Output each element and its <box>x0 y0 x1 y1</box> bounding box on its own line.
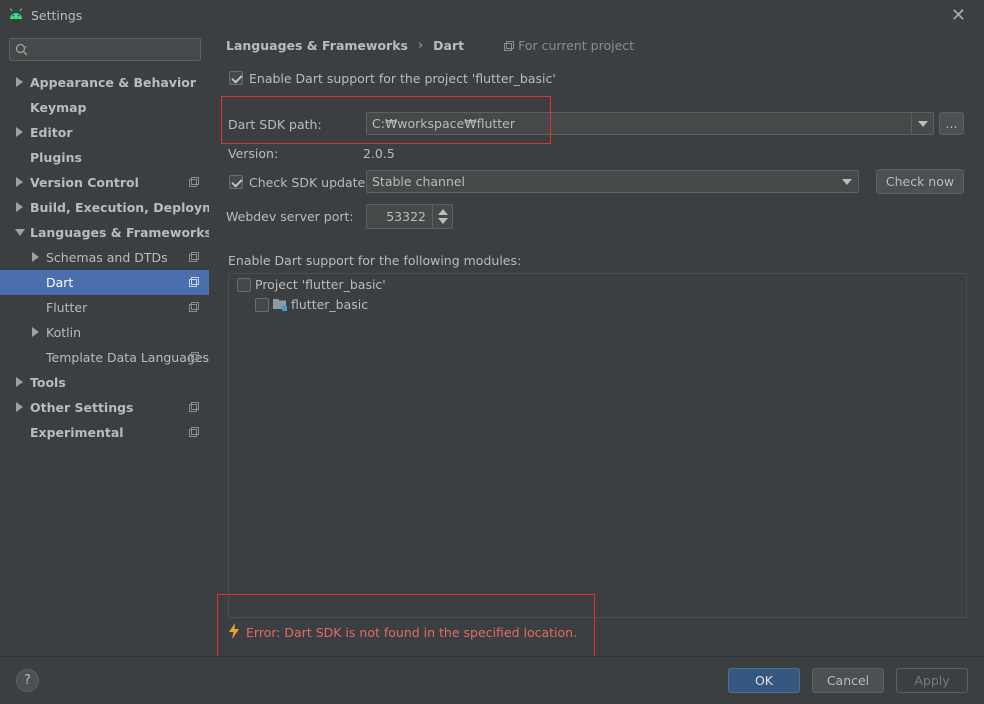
webdev-port-spinner[interactable]: 53322 <box>366 204 453 229</box>
module-checkbox[interactable] <box>237 278 251 292</box>
chevron-right-icon[interactable] <box>16 127 23 137</box>
sidebar-item-build-execution-deployment[interactable]: Build, Execution, Deployment <box>0 195 238 220</box>
sidebar-item-label: Plugins <box>30 150 82 165</box>
apply-button[interactable]: Apply <box>896 668 968 693</box>
chevron-down-icon[interactable] <box>836 171 858 192</box>
version-value: 2.0.5 <box>363 146 395 161</box>
sidebar-item-appearance-behavior[interactable]: Appearance & Behavior <box>0 70 209 95</box>
project-scope-icon <box>189 402 199 412</box>
sidebar-item-other-settings[interactable]: Other Settings <box>0 395 209 420</box>
spinner-down-icon[interactable] <box>438 218 448 224</box>
sidebar-item-languages-frameworks[interactable]: Languages & Frameworks <box>0 220 212 245</box>
dialog-footer: ? OK Cancel Apply <box>0 656 984 704</box>
sidebar-item-plugins[interactable]: Plugins <box>0 145 209 170</box>
project-scope-icon <box>189 302 199 312</box>
version-label: Version: <box>228 146 279 161</box>
breadcrumb-parent[interactable]: Languages & Frameworks <box>226 38 408 53</box>
help-button[interactable]: ? <box>16 669 39 692</box>
breadcrumb: Languages & Frameworks › Dart For curren… <box>226 38 634 53</box>
sidebar-item-label: Languages & Frameworks <box>30 225 212 240</box>
chevron-right-icon[interactable] <box>16 202 23 212</box>
module-folder-icon <box>273 299 287 311</box>
webdev-port-label: Webdev server port: <box>226 209 354 224</box>
settings-sidebar: Appearance & Behavior Keymap Editor Plug… <box>0 30 238 656</box>
enable-dart-label[interactable]: Enable Dart support for the project 'flu… <box>249 71 556 86</box>
close-icon[interactable]: ✕ <box>951 5 966 26</box>
module-checkbox[interactable] <box>255 298 269 312</box>
sidebar-item-kotlin[interactable]: Kotlin <box>0 320 209 345</box>
check-now-button[interactable]: Check now <box>876 169 964 194</box>
sidebar-item-label: Template Data Languages <box>46 350 210 365</box>
dart-settings-panel: Languages & Frameworks › Dart For curren… <box>209 30 984 659</box>
breadcrumb-current: Dart <box>433 38 465 53</box>
highlight-box <box>221 96 551 144</box>
check-sdk-update-checkbox[interactable] <box>229 175 243 189</box>
sidebar-item-experimental[interactable]: Experimental <box>0 420 209 445</box>
project-scope-icon <box>189 252 199 262</box>
scope-label: For current project <box>518 38 635 53</box>
chevron-down-icon[interactable] <box>911 113 933 134</box>
sidebar-item-label: Version Control <box>30 175 139 190</box>
check-sdk-update-label[interactable]: Check SDK update: <box>249 175 369 190</box>
chevron-right-icon[interactable] <box>16 402 23 412</box>
sidebar-item-label: Tools <box>30 375 66 390</box>
sidebar-item-label: Schemas and DTDs <box>46 250 168 265</box>
chevron-down-icon[interactable] <box>15 229 25 236</box>
spinner-buttons <box>432 205 452 228</box>
module-item-flutter-basic[interactable]: flutter_basic <box>291 297 368 312</box>
sidebar-item-label: Keymap <box>30 100 87 115</box>
sidebar-item-label: Editor <box>30 125 73 140</box>
highlight-box <box>217 594 595 659</box>
sidebar-item-label: Dart <box>46 275 74 290</box>
sidebar-item-label: Kotlin <box>46 325 81 340</box>
sidebar-item-label: Experimental <box>30 425 124 440</box>
sidebar-item-label: Appearance & Behavior <box>30 75 196 90</box>
chevron-right-icon[interactable] <box>16 177 23 187</box>
ok-button[interactable]: OK <box>728 668 800 693</box>
android-icon <box>9 8 23 19</box>
project-scope-icon <box>189 352 199 362</box>
breadcrumb-separator: › <box>417 38 424 53</box>
title-bar: Settings ✕ <box>0 0 984 30</box>
sidebar-item-tools[interactable]: Tools <box>0 370 209 395</box>
search-input[interactable] <box>36 41 196 58</box>
sidebar-item-template-data-languages[interactable]: Template Data Languages <box>0 345 209 370</box>
chevron-right-icon[interactable] <box>16 77 23 87</box>
sidebar-item-flutter[interactable]: Flutter <box>0 295 209 320</box>
sidebar-item-label: Flutter <box>46 300 88 315</box>
sidebar-item-version-control[interactable]: Version Control <box>0 170 209 195</box>
scope-indicator: For current project <box>504 38 634 53</box>
sidebar-item-label: Build, Execution, Deployment <box>30 200 239 215</box>
search-field[interactable] <box>9 38 201 61</box>
enable-dart-checkbox[interactable] <box>229 71 243 85</box>
spinner-up-icon[interactable] <box>438 209 448 215</box>
module-item-project[interactable]: Project 'flutter_basic' <box>255 277 386 292</box>
chevron-right-icon[interactable] <box>32 327 39 337</box>
chevron-right-icon[interactable] <box>32 252 39 262</box>
project-scope-icon <box>189 277 199 287</box>
chevron-right-icon[interactable] <box>16 377 23 387</box>
modules-tree: Project 'flutter_basic' flutter_basic <box>228 273 967 618</box>
sidebar-item-keymap[interactable]: Keymap <box>0 95 209 120</box>
browse-button[interactable]: ... <box>939 112 964 135</box>
project-scope-icon <box>189 177 199 187</box>
search-icon <box>15 43 28 56</box>
update-channel-value: Stable channel <box>372 174 466 189</box>
window-title: Settings <box>31 8 83 23</box>
project-scope-icon <box>504 40 515 51</box>
sidebar-item-dart[interactable]: Dart <box>0 270 209 295</box>
webdev-port-value[interactable]: 53322 <box>386 209 426 224</box>
sidebar-item-label: Other Settings <box>30 400 134 415</box>
update-channel-select[interactable]: Stable channel <box>366 170 859 193</box>
project-scope-icon <box>189 427 199 437</box>
sidebar-item-schemas-dtds[interactable]: Schemas and DTDs <box>0 245 209 270</box>
modules-label: Enable Dart support for the following mo… <box>228 253 522 268</box>
sidebar-item-editor[interactable]: Editor <box>0 120 209 145</box>
cancel-button[interactable]: Cancel <box>812 668 884 693</box>
